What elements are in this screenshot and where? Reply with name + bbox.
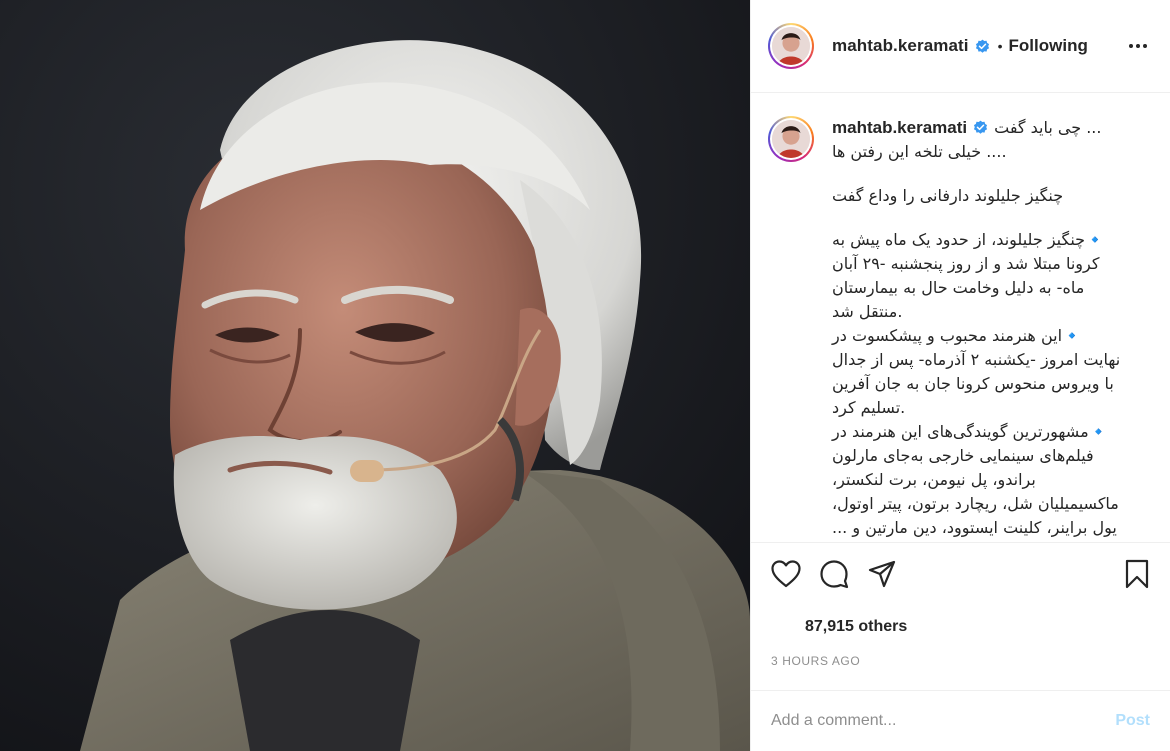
heart-icon[interactable] — [769, 557, 803, 591]
caption-body: mahtab.keramati چی باید گفت ... .... خیلی… — [832, 116, 1150, 540]
caption-line: ماه- به دلیل وخامت حال به بیمارستان — [832, 278, 1085, 297]
post-actions — [751, 542, 1170, 604]
post-timestamp[interactable]: 3 HOURS AGO — [751, 650, 1170, 690]
more-horizontal-icon[interactable] — [1126, 34, 1150, 58]
author-avatar[interactable] — [768, 23, 814, 69]
caption-line: نهایت امروز -یکشنبه ۲ آذرماه- پس از جدال — [832, 350, 1121, 369]
following-button[interactable]: Following — [1009, 36, 1088, 56]
caption-line: چنگیز جلیلوند دارفانی را وداع گفت — [832, 186, 1064, 205]
comment-composer: Post — [751, 690, 1170, 751]
caption-author-avatar[interactable] — [768, 116, 814, 162]
caption-line: .... خیلی تلخه این رفتن ها — [832, 142, 1007, 161]
caption-line: .تسلیم کرد — [832, 398, 906, 417]
author-username[interactable]: mahtab.keramati — [832, 36, 969, 56]
caption-line: کرونا مبتلا شد و از روز پنجشنبه -۲۹ آبان — [832, 254, 1100, 273]
paper-plane-icon[interactable] — [865, 557, 899, 591]
caption-comment: mahtab.keramati چی باید گفت ... .... خیلی… — [768, 116, 1150, 540]
likes-count[interactable]: 87,915 others — [751, 604, 1170, 650]
caption-text: .... خیلی تلخه این رفتن ها چنگیز جلیلوند… — [832, 140, 1150, 540]
caption-line: 🔹مشهورترین گویندگی‌های این هنرمند در — [832, 422, 1109, 441]
comment-icon[interactable] — [817, 557, 851, 591]
caption-line: با ویروس منحوس کرونا جان به جان آفرین — [832, 374, 1114, 393]
portrait-photo — [0, 0, 750, 751]
caption-line: براندو، پل نیومن، برت لنکستر، — [832, 470, 1036, 489]
caption-line: فیلم‌های سینمایی خارجی به‌جای مارلون — [832, 446, 1094, 465]
caption-username[interactable]: mahtab.keramati — [832, 118, 967, 137]
post-header: mahtab.keramati • Following — [751, 0, 1170, 93]
caption-line: ماکسیمیلیان شل، ریچارد برتون، پیتر اوتول… — [832, 494, 1119, 513]
post-photo[interactable] — [0, 0, 750, 751]
comments-area[interactable]: mahtab.keramati چی باید گفت ... .... خیلی… — [751, 93, 1170, 542]
caption-line: .منتقل شد — [832, 302, 903, 321]
caption-line: یول براینر، کلینت ایستوود، دین مارتین و … — [832, 518, 1117, 537]
verified-badge-icon — [973, 118, 988, 134]
caption-first-line: چی باید گفت ... — [994, 118, 1102, 137]
caption-head: mahtab.keramati چی باید گفت ... — [832, 116, 1150, 140]
caption-line: 🔹چنگیز جلیلوند، از حدود یک ماه پیش به — [832, 230, 1105, 249]
bookmark-icon[interactable] — [1120, 557, 1154, 591]
caption-line: 🔹این هنرمند محبوب و پیشکسوت در — [832, 326, 1082, 345]
comment-input[interactable] — [771, 712, 1116, 730]
post-side-panel: mahtab.keramati • Following mahtab.keram… — [750, 0, 1170, 751]
avatar-image — [772, 27, 810, 65]
header-separator: • — [997, 38, 1003, 54]
avatar-image — [772, 120, 810, 158]
instagram-post-modal: mahtab.keramati • Following mahtab.keram… — [0, 0, 1170, 751]
post-comment-button[interactable]: Post — [1115, 712, 1150, 730]
verified-badge-icon — [975, 39, 990, 54]
